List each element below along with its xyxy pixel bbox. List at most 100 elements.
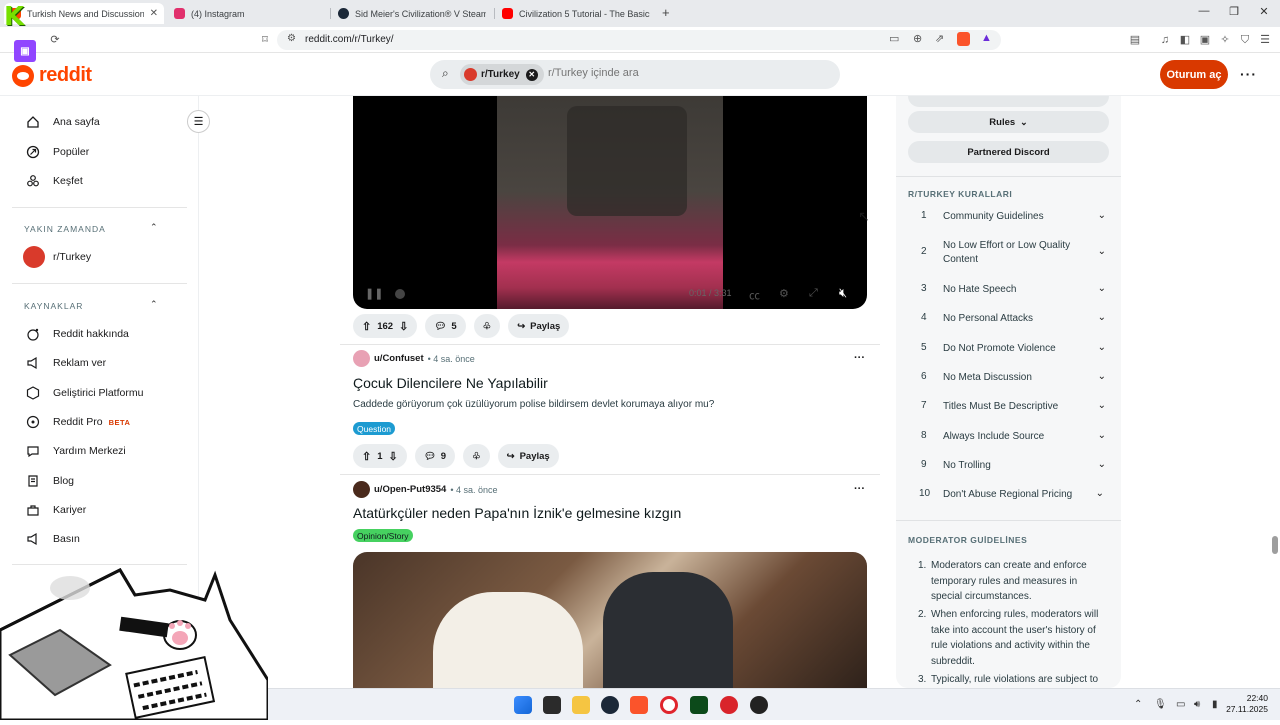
obs-icon[interactable] (750, 696, 768, 714)
downvote-icon[interactable]: ⇩ (399, 320, 408, 333)
rules-button[interactable]: Rules ⌄ (908, 111, 1109, 133)
settings-icon[interactable]: ⚙ (779, 287, 789, 300)
windows-start-icon[interactable] (514, 696, 532, 714)
chevron-up-icon[interactable]: ⌃ (150, 299, 158, 310)
sidebar-item-about-reddit[interactable]: Reddit hakkında (25, 324, 129, 344)
cast-icon[interactable]: ▭ (889, 32, 899, 45)
sidebar-item-blog[interactable]: Blog (25, 471, 74, 491)
post-image[interactable] (353, 552, 867, 688)
close-window-icon[interactable]: ✕ (1254, 5, 1274, 18)
vpn-shield-icon[interactable]: ⛉ (1238, 33, 1252, 47)
comments-button[interactable]: 💬︎ 5 (425, 314, 466, 338)
user-avatar[interactable] (353, 350, 370, 367)
leo-ai-icon[interactable]: ✧ (1218, 33, 1232, 47)
tab-steam[interactable]: Sid Meier's Civilization® V Steam'de (332, 3, 492, 24)
fullscreen-icon[interactable]: ⤢ (809, 287, 818, 300)
close-tab-icon[interactable]: ✕ (150, 8, 158, 19)
user-avatar[interactable] (353, 481, 370, 498)
rule-item[interactable]: 5 Do Not Promote Violence ⌄ (921, 342, 1106, 356)
sidebar-item-developer-platform[interactable]: Geliştirici Platformu (25, 383, 143, 403)
rule-item[interactable]: 2 No Low Effort or Low Quality Content ⌄ (921, 239, 1106, 267)
wallet-icon[interactable]: ▣ (1198, 33, 1212, 47)
login-button[interactable]: Oturum aç (1160, 60, 1228, 89)
post-options-icon[interactable]: ··· (854, 352, 865, 364)
rule-item[interactable]: 10 Don't Abuse Regional Pricing ⌄ (919, 488, 1104, 502)
sidebar-item-help-center[interactable]: Yardım Merkezi (25, 441, 126, 461)
upvote-icon[interactable]: ⇧ (362, 450, 371, 463)
downvote-icon[interactable]: ⇩ (389, 450, 398, 463)
tray-chevron-icon[interactable]: ⌃ (1134, 699, 1142, 710)
new-tab-button[interactable]: + (662, 5, 670, 20)
file-explorer-icon[interactable] (572, 696, 590, 714)
award-button[interactable]: ♧ (463, 444, 490, 468)
opera-icon[interactable] (660, 696, 678, 714)
rule-item[interactable]: 4 No Personal Attacks ⌄ (921, 312, 1106, 326)
rule-item[interactable]: 9 No Trolling ⌄ (921, 459, 1106, 473)
network-icon[interactable]: ▭ (1176, 699, 1185, 710)
chevron-up-icon[interactable]: ⌃ (150, 222, 158, 233)
resources-section-title[interactable]: KAYNAKLAR (24, 301, 83, 311)
search-bar[interactable]: ⌕ r/Turkey ✕ (430, 60, 840, 89)
more-options-icon[interactable]: ··· (1240, 66, 1257, 82)
minimize-icon[interactable]: — (1194, 5, 1214, 17)
comments-button[interactable]: 💬︎ 9 (414, 444, 456, 468)
post-author[interactable]: u/Open-Put9354 (374, 484, 446, 495)
share-button[interactable]: ↪ Paylaş (508, 314, 570, 338)
captions-icon[interactable]: ㏄ (749, 287, 760, 303)
rule-item[interactable]: 1 Community Guidelines ⌄ (921, 210, 1106, 224)
zoom-icon[interactable]: ⊕ (913, 32, 922, 45)
sidebar-panel-icon[interactable]: ▤ (1128, 33, 1142, 47)
task-view-icon[interactable] (543, 696, 561, 714)
rule-item[interactable]: 7 Titles Must Be Descriptive ⌄ (921, 400, 1106, 414)
collapse-sidebar-button[interactable]: ☰ (187, 110, 210, 133)
reading-list-icon[interactable]: ◧ (1178, 33, 1192, 47)
tab-instagram[interactable]: (4) Instagram (168, 3, 328, 24)
search-input[interactable] (548, 67, 808, 79)
post-flair[interactable]: Question (353, 422, 396, 435)
volume-icon[interactable]: 🔊︎ (1194, 699, 1200, 710)
site-info-icon[interactable]: ⚙ (287, 33, 296, 44)
wiki-button[interactable] (908, 96, 1109, 107)
rule-item[interactable]: 8 Always Include Source ⌄ (921, 430, 1106, 444)
video-player[interactable]: ❚❚ 0:01 / 3:31 ㏄ ⚙ ⤢ 🔇︎ (353, 96, 867, 309)
seek-handle[interactable] (395, 289, 405, 299)
reload-icon[interactable]: ⟳ (48, 33, 62, 47)
rule-item[interactable]: 3 No Hate Speech ⌄ (921, 283, 1106, 297)
sidebar-item-popular[interactable]: Popüler (25, 142, 89, 162)
microphone-icon[interactable]: 🎙︎ (1154, 699, 1167, 710)
brave-icon[interactable] (630, 696, 648, 714)
browser-menu-icon[interactable]: ☰ (1258, 33, 1272, 47)
tab-youtube[interactable]: Civilization 5 Tutorial - The Basics Gu (496, 3, 656, 24)
address-bar[interactable]: ⚙ reddit.com/r/Turkey/ ▭ ⊕ ⇗ ▲ (277, 30, 1001, 50)
rule-item[interactable]: 6 No Meta Discussion ⌄ (921, 371, 1106, 385)
sidebar-item-reddit-pro[interactable]: Reddit Pro BETA (25, 412, 130, 432)
mute-icon[interactable]: 🔇︎ (839, 285, 847, 301)
upvote-icon[interactable]: ⇧ (362, 320, 371, 333)
sidebar-item-press[interactable]: Basın (25, 529, 80, 549)
media-icon[interactable]: ♫ (1158, 33, 1172, 47)
sidebar-item-careers[interactable]: Kariyer (25, 500, 86, 520)
post-flair[interactable]: Opinion/Story (353, 529, 413, 542)
page-scrollbar[interactable] (1272, 536, 1278, 554)
share-icon[interactable]: ⇗ (935, 32, 944, 45)
app-icon[interactable] (720, 696, 738, 714)
sidebar-item-home[interactable]: Ana sayfa (25, 112, 100, 132)
brave-rewards-icon[interactable]: ▲ (981, 32, 992, 44)
post-options-icon[interactable]: ··· (854, 483, 865, 495)
game-launcher-icon[interactable] (690, 696, 708, 714)
post-author[interactable]: u/Confuset (374, 353, 424, 364)
sidebar-item-r-turkey[interactable]: r/Turkey (23, 246, 91, 268)
sidebar-item-advertise[interactable]: Reklam ver (25, 353, 106, 373)
brave-shield-icon[interactable] (957, 32, 970, 46)
maximize-icon[interactable]: ❐ (1224, 5, 1244, 18)
share-button[interactable]: ↪ Paylaş (497, 444, 559, 468)
search-community-chip[interactable]: r/Turkey ✕ (460, 64, 544, 85)
partnered-discord-button[interactable]: Partnered Discord (908, 141, 1109, 163)
pause-icon[interactable]: ❚❚ (365, 287, 383, 300)
recent-section-title[interactable]: YAKIN ZAMANDA (24, 224, 106, 234)
bookmark-icon[interactable]: ⌑ (258, 33, 272, 47)
steam-icon[interactable] (601, 696, 619, 714)
post-title[interactable]: Atatürkçüler neden Papa'nın İznik'e gelm… (353, 505, 681, 521)
award-button[interactable]: ♧ (473, 314, 501, 338)
battery-icon[interactable]: ▮ (1212, 699, 1218, 710)
